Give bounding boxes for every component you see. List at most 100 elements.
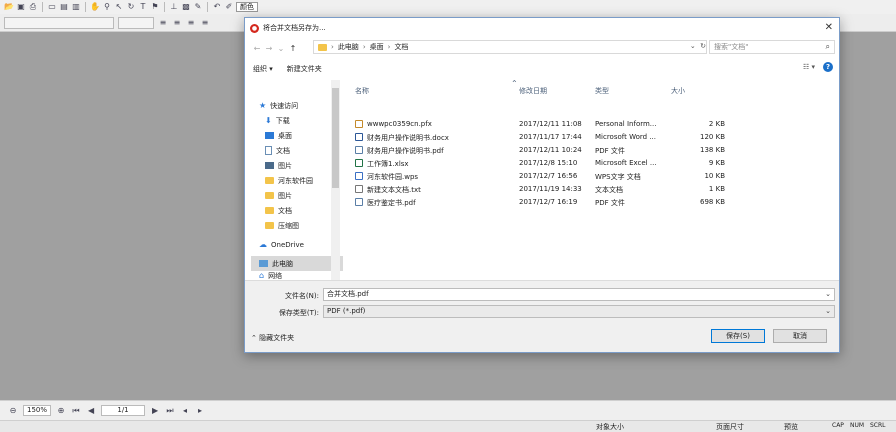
first-page-icon[interactable]: ⏮ (71, 406, 81, 416)
eyedropper-icon[interactable]: ✐ (224, 2, 234, 12)
nav-onedrive[interactable]: ☁ OneDrive (251, 237, 343, 252)
nav-desktop[interactable]: 桌面 ✦ (251, 128, 343, 143)
picture-icon[interactable]: ▩ (181, 2, 191, 12)
file-row[interactable]: 财务用户操作说明书.docx 2017/11/17 17:44 Microsof… (345, 131, 725, 143)
column-date[interactable]: 修改日期 (519, 86, 547, 96)
file-date: 2017/11/19 14:33 (519, 185, 582, 193)
page-icon[interactable]: ▥ (71, 2, 81, 12)
save-icon[interactable]: ▣ (16, 2, 26, 12)
recent-chevron-icon[interactable]: ⌄ (275, 44, 287, 53)
pdf-icon (355, 146, 363, 154)
font-combo[interactable] (4, 16, 114, 29)
zoom-out-icon[interactable]: ⊖ (8, 406, 18, 416)
align-left-icon[interactable]: ≡ (158, 18, 168, 28)
align-center-icon[interactable]: ≡ (172, 18, 182, 28)
back-arrow-icon[interactable]: ← (251, 44, 263, 53)
select-icon[interactable]: ↖ (114, 2, 124, 12)
nav-network[interactable]: ⌂ 网络 (251, 271, 343, 280)
organize-button[interactable]: 组织 ▾ (253, 64, 273, 74)
nav-documents[interactable]: 文档 ✦ (251, 143, 343, 158)
dialog-title: 将合并文档另存为... (263, 24, 326, 32)
next-page-icon[interactable]: ▶ (150, 406, 160, 416)
save-as-dialog: ● 将合并文档另存为... ✕ ← → ⌄ ↑ › 此电脑 › 桌面 › 文档 … (244, 17, 840, 353)
nav-folder[interactable]: 压缩图 (251, 218, 343, 233)
file-size: 120 KB (700, 133, 725, 141)
nav-label: 图片 (278, 191, 292, 200)
rotate-icon[interactable]: ↻ (126, 2, 136, 12)
undo-icon[interactable]: ↶ (212, 2, 222, 12)
close-icon[interactable]: ✕ (825, 22, 833, 33)
file-row[interactable]: 财务用户操作说明书.pdf 2017/12/11 10:24 PDF 文件 13… (345, 144, 725, 156)
column-type[interactable]: 类型 (595, 86, 609, 96)
up-arrow-icon[interactable]: ↑ (287, 44, 299, 53)
print-icon[interactable]: ⎙ (28, 2, 38, 12)
file-date: 2017/12/11 10:24 (519, 146, 582, 154)
view-options-icon[interactable]: ☷ ▾ (803, 63, 815, 71)
computer-icon (259, 260, 268, 267)
file-row[interactable]: wwwpc0359cn.pfx 2017/12/11 11:08 Persona… (345, 118, 725, 130)
forward-arrow-icon[interactable]: → (263, 44, 275, 53)
address-bar[interactable]: › 此电脑 › 桌面 › 文档 ⌄ ↻ (313, 40, 707, 54)
file-size: 10 KB (704, 172, 725, 180)
file-row[interactable]: 工作簿1.xlsx 2017/12/8 15:10 Microsoft Exce… (345, 157, 725, 169)
search-input[interactable]: 搜索"文档" ⌕ (709, 40, 835, 54)
nav-folder[interactable]: 文档 (251, 203, 343, 218)
document-icon (265, 146, 272, 155)
navigation-pane: ★ 快速访问 ⬇ 下载 ✦ 桌面 ✦ 文档 ✦ 图片 ✦ 河东软件园 (251, 80, 343, 280)
breadcrumb-item[interactable]: 此电脑 (338, 42, 359, 52)
breadcrumb-item[interactable]: 文档 (394, 42, 408, 52)
nav-scrollbar[interactable] (331, 80, 340, 294)
page-icon[interactable]: ▭ (47, 2, 57, 12)
zoom-in-icon[interactable]: ⊕ (56, 406, 66, 416)
file-row[interactable]: 新建文本文档.txt 2017/11/19 14:33 文本文档 1 KB (345, 183, 725, 195)
justify-icon[interactable]: ≡ (200, 18, 210, 28)
align-right-icon[interactable]: ≡ (186, 18, 196, 28)
column-size[interactable]: 大小 (671, 86, 685, 96)
file-type: PDF 文件 (595, 147, 625, 155)
column-name[interactable]: 名称 (355, 86, 369, 96)
breadcrumb-item[interactable]: 桌面 (370, 42, 384, 52)
nav-downloads[interactable]: ⬇ 下载 ✦ (251, 113, 343, 128)
search-icon[interactable]: ⌕ (826, 41, 830, 53)
back-icon[interactable]: ◂ (180, 406, 190, 416)
new-folder-button[interactable]: 新建文件夹 (287, 64, 322, 74)
forward-icon[interactable]: ▸ (195, 406, 205, 416)
color-dropdown[interactable]: 颜色 (236, 2, 258, 12)
nav-quick-access[interactable]: ★ 快速访问 (251, 98, 343, 113)
pen-icon[interactable]: ✎ (193, 2, 203, 12)
page-icon[interactable]: ▤ (59, 2, 69, 12)
refresh-icon[interactable]: ⌄ ↻ (690, 42, 706, 50)
save-button[interactable]: 保存(S) (711, 329, 765, 343)
file-row[interactable]: 河东软件园.wps 2017/12/7 16:56 WPS文字 文档 10 KB (345, 170, 725, 182)
size-combo[interactable] (118, 16, 154, 29)
filename-input[interactable]: 合并文档.pdf ⌄ (323, 288, 835, 301)
cancel-button[interactable]: 取消 (773, 329, 827, 343)
file-row[interactable]: 医疗鉴定书.pdf 2017/12/7 16:19 PDF 文件 698 KB (345, 196, 725, 208)
chevron-down-icon[interactable]: ⌄ (825, 306, 831, 317)
page-field[interactable]: 1/1 (101, 405, 146, 416)
hand-icon[interactable]: ✋ (90, 2, 100, 12)
zoom-icon[interactable]: ⚲ (102, 2, 112, 12)
nav-folder[interactable]: 河东软件园 (251, 173, 343, 188)
nav-this-pc[interactable]: 此电脑 (251, 256, 343, 271)
hide-folders-toggle[interactable]: ⌃ 隐藏文件夹 (251, 333, 294, 343)
scroll-thumb[interactable] (332, 88, 339, 188)
address-row: ← → ⌄ ↑ › 此电脑 › 桌面 › 文档 ⌄ ↻ 搜索"文档" ⌕ (251, 40, 835, 56)
breadcrumb-separator-icon: › (331, 43, 334, 51)
text-icon[interactable]: T (138, 2, 148, 12)
nav-folder[interactable]: 图片 (251, 188, 343, 203)
nav-pictures[interactable]: 图片 ✦ (251, 158, 343, 173)
pin-icon[interactable]: ⊥ (169, 2, 179, 12)
stamp-icon[interactable]: ⚑ (150, 2, 160, 12)
filename-label: 文件名(N): (284, 292, 319, 300)
chevron-down-icon[interactable]: ⌄ (825, 289, 831, 300)
zoom-field[interactable]: 150% (23, 405, 52, 416)
last-page-icon[interactable]: ⏭ (165, 406, 175, 416)
file-name: 新建文本文档.txt (367, 186, 421, 194)
prev-page-icon[interactable]: ◀ (86, 406, 96, 416)
nav-label: 桌面 (278, 131, 292, 140)
open-icon[interactable]: 📂 (4, 2, 14, 12)
help-icon[interactable]: ? (823, 62, 833, 72)
filetype-select[interactable]: PDF (*.pdf) ⌄ (323, 305, 835, 318)
nav-label: 此电脑 (272, 259, 293, 268)
